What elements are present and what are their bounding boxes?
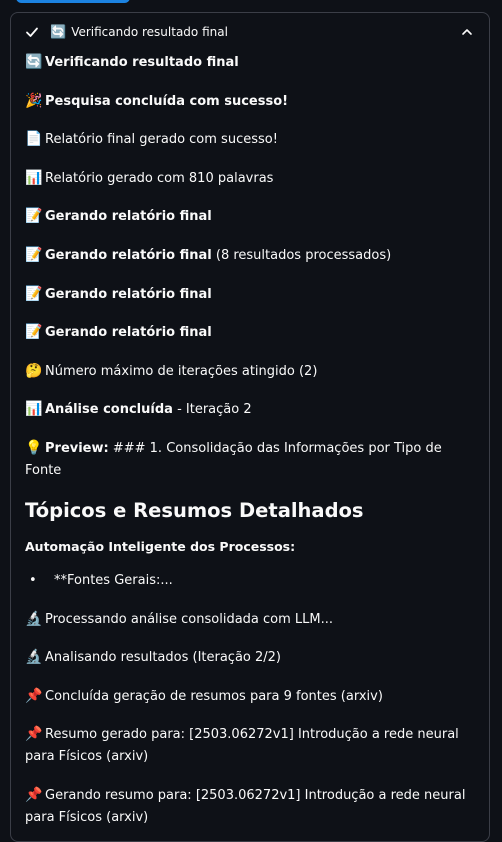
status-message: 📌 Concluída geração de resumos para 9 fon… xyxy=(25,685,475,708)
message-emoji-icon: 🔄 xyxy=(25,54,43,70)
message-bold: Pesquisa concluída com sucesso! xyxy=(45,93,289,109)
pushpin-icon: 📌 xyxy=(25,687,43,704)
status-message: 🔄 Verificando resultado final xyxy=(25,51,475,74)
status-message: 📝 Gerando relatório final xyxy=(25,205,475,228)
message-bold: Análise concluída xyxy=(45,402,173,418)
message-emoji-icon: 📝 xyxy=(25,324,43,341)
message-text: Analisando resultados (Iteração 2/2) xyxy=(45,650,281,666)
expander-content: 🔄 Verificando resultado final 🎉 Pesquisa c… xyxy=(11,51,489,829)
section-heading: Tópicos e Resumos Detalhados xyxy=(25,498,364,522)
status-message: 🎉 Pesquisa concluída com sucesso! xyxy=(25,90,475,113)
microscope-icon: 🔬 xyxy=(25,649,43,666)
message-emoji-icon: 🤔 xyxy=(25,362,43,379)
expander-header[interactable]: 🔄 Verificando resultado final xyxy=(11,13,489,51)
message-text: Concluída geração de resumos para 9 font… xyxy=(45,688,383,704)
message-emoji-icon: 📝 xyxy=(25,246,43,263)
message-emoji-icon: 📊 xyxy=(25,401,43,418)
top-tab-button[interactable] xyxy=(16,0,130,3)
message-emoji-icon: 📄 xyxy=(25,131,43,148)
message-text: Relatório gerado com 810 palavras xyxy=(45,170,274,186)
message-text: Processando análise consolidada com LLM.… xyxy=(45,611,334,627)
message-text: - Iteração 2 xyxy=(172,402,252,418)
pushpin-icon: 📌 xyxy=(25,786,43,803)
status-message: 📌 Gerando resumo para: [2503.06272v1] Int… xyxy=(25,784,475,829)
message-emoji-icon: 💡 xyxy=(25,439,43,456)
message-bold: Gerando relatório final xyxy=(45,247,212,263)
status-expander: 🔄 Verificando resultado final 🔄 Verifican… xyxy=(10,12,490,842)
status-message: 🔬 Analisando resultados (Iteração 2/2) xyxy=(25,646,475,669)
microscope-icon: 🔬 xyxy=(25,610,43,627)
status-message: 📝 Gerando relatório final (8 resultados p… xyxy=(25,244,475,267)
refresh-icon: 🔄 xyxy=(50,24,67,40)
section-subheading: Automação Inteligente dos Processos: xyxy=(25,538,296,554)
chevron-up-icon[interactable] xyxy=(461,26,473,38)
status-message: 📝 Gerando relatório final xyxy=(25,321,475,344)
status-message: 📄 Relatório final gerado com sucesso! xyxy=(25,128,475,151)
list-item-text: **Fontes Gerais:... xyxy=(54,572,173,588)
message-emoji-icon: 📝 xyxy=(25,208,43,225)
expander-title: Verificando resultado final xyxy=(71,25,228,39)
message-bold: Gerando relatório final xyxy=(45,325,212,341)
message-bold: Gerando relatório final xyxy=(45,209,212,225)
status-message: 💡 Preview: ### 1. Consolidação das Inform… xyxy=(25,437,475,482)
bullet-dot: • xyxy=(29,572,37,588)
message-text: Número máximo de iterações atingido (2) xyxy=(45,363,318,379)
status-message: 🔬 Processando análise consolidada com LLM… xyxy=(25,608,475,631)
message-text: (8 resultados processados) xyxy=(211,247,392,263)
message-text: Relatório final gerado com sucesso! xyxy=(45,132,278,148)
status-message: 📝 Gerando relatório final xyxy=(25,283,475,306)
status-message: 🤔 Número máximo de iterações atingido (2) xyxy=(25,360,475,383)
message-text: Resumo gerado para: [2503.06272v1] Intro… xyxy=(25,727,459,765)
status-message: 📌 Resumo gerado para: [2503.06272v1] Intr… xyxy=(25,723,475,768)
message-bold: Preview: xyxy=(45,440,109,456)
list-item: • **Fontes Gerais:... xyxy=(25,570,475,592)
message-bold: Verificando resultado final xyxy=(45,55,239,70)
message-text: Gerando resumo para: [2503.06272v1] Intr… xyxy=(25,787,466,825)
message-emoji-icon: 🎉 xyxy=(25,92,43,109)
message-emoji-icon: 📊 xyxy=(25,169,43,186)
message-emoji-icon: 📝 xyxy=(25,285,43,302)
pushpin-icon: 📌 xyxy=(25,726,43,743)
message-bold: Gerando relatório final xyxy=(45,286,212,302)
status-message: 📊 Relatório gerado com 810 palavras xyxy=(25,167,475,190)
check-icon xyxy=(26,27,38,37)
status-message: 📊 Análise concluída - Iteração 2 xyxy=(25,398,475,421)
